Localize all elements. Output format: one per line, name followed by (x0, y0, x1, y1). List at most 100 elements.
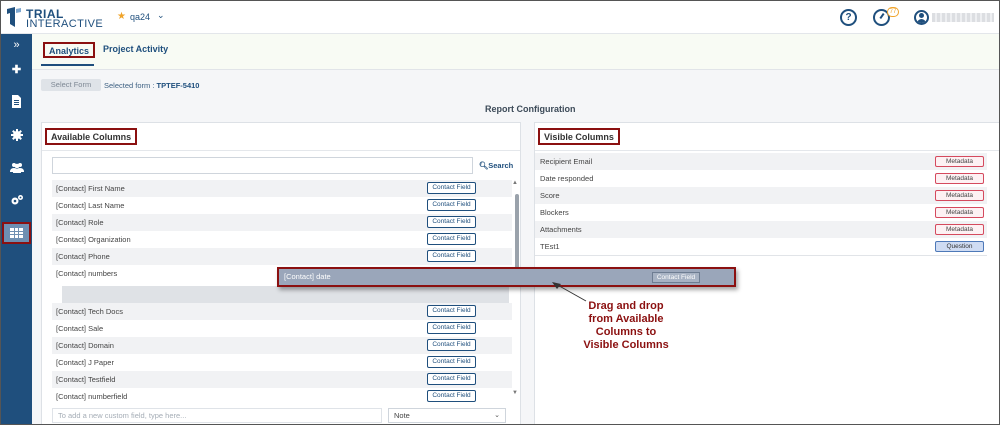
list-item-label: [Contact] Phone (56, 252, 110, 261)
metadata-tag: Metadata (935, 173, 984, 184)
list-item[interactable]: [Contact] Phone Contact Field (52, 248, 512, 265)
list-item[interactable]: [Contact] Sale Contact Field (52, 320, 512, 337)
contact-field-tag: Contact Field (427, 356, 476, 368)
main-content: Analytics Project Activity Select Form S… (32, 34, 999, 424)
sidebar-item-reports-active[interactable] (2, 222, 31, 244)
contact-field-tag: Contact Field (427, 322, 476, 334)
list-item-label: [Contact] First Name (56, 184, 125, 193)
tab-project-activity[interactable]: Project Activity (103, 44, 168, 54)
divider (535, 255, 987, 256)
list-item[interactable]: Recipient Email Metadata (535, 153, 987, 170)
tab-analytics[interactable]: Analytics (43, 42, 96, 58)
list-item[interactable]: [Contact] J Paper Contact Field (52, 354, 512, 371)
list-item[interactable]: [Contact] Tech Docs Contact Field (52, 303, 512, 320)
active-tab-indicator (41, 64, 94, 66)
contact-field-tag: Contact Field (427, 339, 476, 351)
document-icon[interactable] (1, 91, 32, 113)
username-redacted[interactable] (932, 13, 994, 22)
field-type-value: Note (394, 411, 410, 420)
favorite-star-icon[interactable]: ★ (117, 11, 126, 22)
page-title: Report Configuration (485, 104, 576, 114)
list-item[interactable]: TEst1 Question (535, 238, 987, 255)
list-item[interactable]: [Contact] First Name Contact Field (52, 180, 512, 197)
available-columns-title: Available Columns (45, 128, 138, 145)
tab-bar: Analytics Project Activity (32, 34, 999, 70)
field-type-select[interactable]: Note ⌄ (388, 408, 506, 423)
list-item[interactable]: Score Metadata (535, 187, 987, 204)
drop-placeholder (62, 286, 509, 303)
contact-field-tag: Contact Field (427, 305, 476, 317)
chevron-down-icon[interactable]: ⌄ (157, 10, 165, 21)
list-item[interactable]: [Contact] Role Contact Field (52, 214, 512, 231)
search-button-label: Search (488, 161, 514, 170)
plus-icon[interactable]: ✚ (1, 59, 32, 81)
expand-icon[interactable]: » (1, 34, 32, 56)
logo-text-line2: INTERACTIVE (26, 18, 104, 30)
contact-field-tag: Contact Field (427, 390, 476, 402)
timer-badge: 77 (887, 7, 899, 17)
avatar-icon[interactable] (914, 10, 929, 25)
trial-interactive-logo[interactable]: TRIAL INTERACTIVE (6, 6, 116, 30)
callout-line: Drag and drop (588, 300, 664, 312)
question-tag: Question (935, 241, 984, 252)
list-item-label: [Contact] Sale (56, 324, 104, 333)
study-selector[interactable]: qa24 (130, 12, 150, 22)
metadata-tag: Metadata (935, 224, 984, 235)
select-form-button[interactable]: Select Form (41, 79, 101, 91)
list-item-label: Score (540, 191, 560, 200)
app-window: TRIAL INTERACTIVE ★ qa24 ⌄ ? 77 » ✚ Anal… (0, 0, 1000, 425)
scroll-up-arrow-icon[interactable]: ▲ (512, 180, 518, 186)
contact-field-tag: Contact Field (427, 250, 476, 262)
help-icon[interactable]: ? (840, 9, 857, 26)
callout-line: Columns to (595, 326, 657, 338)
dragged-column-item[interactable]: [Contact] date Contact Field (277, 267, 736, 287)
list-item-label: [Contact] numberfield (56, 392, 128, 401)
badge-icon[interactable] (1, 124, 32, 146)
search-icon: 🔍︎ (478, 161, 489, 170)
divider (535, 150, 999, 151)
contact-field-tag: Contact Field (427, 199, 476, 211)
users-icon[interactable] (1, 156, 32, 178)
list-item-label: [Contact] J Paper (56, 358, 114, 367)
contact-field-tag: Contact Field (427, 373, 476, 385)
list-item[interactable]: [Contact] numberfield Contact Field (52, 388, 512, 405)
list-item[interactable]: [Contact] Organization Contact Field (52, 231, 512, 248)
annotation-callout: Drag and drop from Available Columns to … (567, 300, 685, 352)
callout-line: Visible Columns (583, 339, 669, 351)
visible-columns-title: Visible Columns (538, 128, 620, 145)
logo-mark-icon (7, 7, 21, 27)
settings-icon[interactable] (1, 189, 32, 211)
list-item-label: [Contact] Tech Docs (56, 307, 123, 316)
search-input[interactable] (52, 157, 473, 174)
list-item-label: [Contact] Role (56, 218, 104, 227)
callout-line: from Available (588, 313, 664, 325)
list-item[interactable]: [Contact] Testfield Contact Field (52, 371, 512, 388)
metadata-tag: Metadata (935, 156, 984, 167)
list-item-label: TEst1 (540, 242, 560, 251)
list-item[interactable]: [Contact] Last Name Contact Field (52, 197, 512, 214)
search-button[interactable]: 🔍︎Search (476, 157, 516, 174)
custom-field-input[interactable]: To add a new custom field, type here... (52, 408, 382, 423)
list-item-label: Attachments (540, 225, 582, 234)
list-item-label: [Contact] Last Name (56, 201, 125, 210)
contact-field-tag: Contact Field (652, 272, 700, 283)
sidebar: » ✚ (1, 34, 32, 424)
list-item-label: [Contact] Organization (56, 235, 131, 244)
list-item-label: Recipient Email (540, 157, 593, 166)
selected-form-value: TPTEF-5410 (156, 81, 200, 90)
list-item-label: [Contact] Testfield (56, 375, 116, 384)
divider (42, 150, 520, 151)
list-item-label: [Contact] numbers (56, 269, 118, 278)
list-item[interactable]: [Contact] Domain Contact Field (52, 337, 512, 354)
metadata-tag: Metadata (935, 190, 984, 201)
list-item[interactable]: Blockers Metadata (535, 204, 987, 221)
contact-field-tag: Contact Field (427, 216, 476, 228)
list-item[interactable]: Attachments Metadata (535, 221, 987, 238)
list-item[interactable]: Date responded Metadata (535, 170, 987, 187)
chevron-down-icon: ⌄ (494, 412, 500, 419)
table-icon (10, 228, 23, 238)
contact-field-tag: Contact Field (427, 233, 476, 245)
scrollbar-thumb[interactable] (515, 194, 519, 271)
scroll-down-arrow-icon[interactable]: ▼ (512, 390, 518, 396)
metadata-tag: Metadata (935, 207, 984, 218)
